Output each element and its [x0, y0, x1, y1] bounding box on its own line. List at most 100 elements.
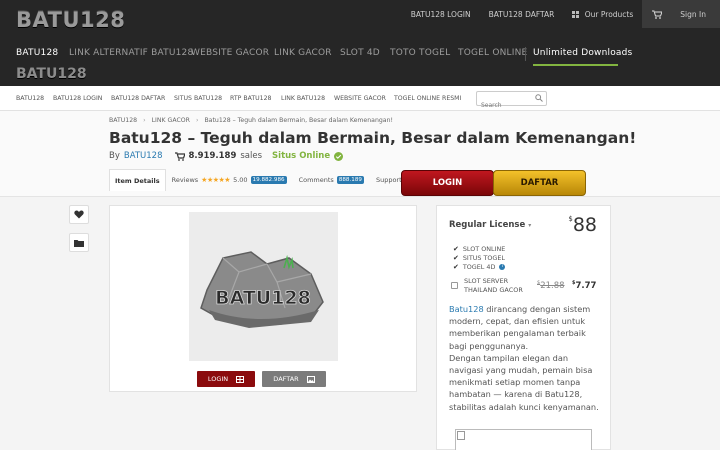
nav-divider: [525, 47, 526, 61]
subnav-item-situs[interactable]: SITUS BATU128: [174, 95, 222, 102]
addon-checkbox[interactable]: [451, 282, 458, 289]
top-links: BATU128 LOGIN BATU128 DAFTAR Our Product…: [402, 0, 720, 28]
subnav-item-batu128[interactable]: BATU128: [16, 95, 44, 102]
preview-login-label: LOGIN: [207, 375, 229, 383]
preview-logo-text: BATU128: [215, 287, 311, 309]
chevron-right-icon: ›: [143, 117, 146, 124]
broken-image: [455, 429, 592, 450]
grid-icon: [236, 375, 245, 383]
item-description: Batu128 dirancang dengan sistem modern, …: [449, 303, 601, 413]
addon-label-line2: THAILAND GACOR: [464, 285, 523, 294]
chevron-right-icon: ›: [195, 117, 199, 124]
license-selector[interactable]: Regular License ▾: [449, 220, 531, 230]
folder-icon: [74, 239, 84, 247]
comments-label: Comments: [298, 176, 334, 184]
breadcrumb-item[interactable]: LINK GACOR: [152, 117, 190, 124]
top-login-link[interactable]: BATU128 LOGIN: [402, 10, 480, 19]
secondary-logo[interactable]: BATU128: [16, 66, 87, 82]
addon-label-line1: SLOT SERVER: [464, 277, 509, 285]
currency-symbol: $: [568, 215, 573, 223]
item-tabs: Item Details Reviews ★★★★★ 5.00 19.882.9…: [109, 169, 408, 191]
reviews-label: Reviews: [171, 176, 199, 184]
breadcrumb: BATU128 › LINK GACOR › Batu128 – Teguh d…: [109, 117, 393, 124]
image-icon: [306, 375, 315, 383]
tab-item-details[interactable]: Item Details: [109, 169, 166, 191]
breadcrumb-current: Batu128 – Teguh dalam Bermain, Besar dal…: [204, 117, 393, 124]
feature-item: ✔ TOGEL 4D i: [453, 263, 506, 271]
nav-item-togel-online[interactable]: TOGEL ONLINE: [458, 48, 527, 58]
our-products-label: Our Products: [584, 9, 634, 19]
nav-item-website-gacor[interactable]: WEBSITE GACOR: [191, 48, 269, 58]
check-icon: ✔: [453, 245, 459, 253]
nav-item-batu128[interactable]: BATU128: [16, 48, 58, 58]
new-price-value: 7.77: [575, 280, 597, 291]
search-box: [476, 91, 547, 112]
addon-old-price: $21.88: [537, 280, 565, 291]
sign-in-link[interactable]: Sign In: [672, 0, 720, 28]
addon-new-price: $7.77: [572, 280, 596, 291]
subnav-item-togel-online-resmi[interactable]: TOGEL ONLINE RESMI: [394, 95, 461, 102]
description-text-2: Dengan tampilan elegan dan navigasi yang…: [449, 352, 599, 412]
description-link[interactable]: Batu128: [449, 304, 484, 314]
feature-item: ✔ SITUS TOGEL: [453, 254, 505, 262]
old-price-value: 21.88: [540, 280, 565, 291]
preview-login-button[interactable]: LOGIN: [197, 371, 255, 387]
heart-icon: [74, 210, 84, 219]
tab-reviews[interactable]: Reviews ★★★★★ 5.00 19.882.986: [166, 176, 293, 184]
info-icon[interactable]: i: [499, 264, 506, 270]
subnav-item-website-gacor[interactable]: WEBSITE GACOR: [334, 95, 386, 102]
cart-button[interactable]: [642, 0, 673, 28]
addon-label: SLOT SERVER THAILAND GACOR: [464, 277, 523, 294]
stone-logo-image: BATU128: [200, 251, 324, 328]
preview-daftar-button[interactable]: DAFTAR: [262, 371, 326, 387]
subnav-item-link[interactable]: LINK BATU128: [281, 95, 325, 102]
subnav-item-login[interactable]: BATU128 LOGIN: [53, 95, 102, 102]
sales-label: sales: [240, 151, 263, 161]
check-icon: ✔: [453, 254, 459, 262]
our-products-link[interactable]: Our Products: [563, 10, 642, 19]
subnav-item-daftar[interactable]: BATU128 DAFTAR: [111, 95, 165, 102]
grid-icon: [572, 11, 580, 18]
category-nav: BATU128 BATU128 LOGIN BATU128 DAFTAR SIT…: [0, 86, 720, 112]
broken-image-icon: [457, 431, 465, 440]
nav-item-unlimited-downloads[interactable]: Unlimited Downloads: [533, 48, 632, 58]
by-label: By: [109, 151, 120, 161]
daftar-button[interactable]: DAFTAR: [493, 170, 586, 196]
nav-item-slot-4d[interactable]: SLOT 4D: [340, 48, 380, 58]
breadcrumb-item[interactable]: BATU128: [109, 117, 137, 124]
purchase-panel: Regular License ▾ $88 ✔ SLOT ONLINE ✔ SI…: [436, 205, 611, 450]
top-bar: BATU128 BATU128 LOGIN BATU128 DAFTAR Our…: [0, 0, 720, 40]
feature-label: TOGEL 4D: [462, 263, 496, 271]
tab-comments[interactable]: Comments 888.189: [293, 176, 370, 184]
preview-image[interactable]: BATU128: [189, 212, 338, 361]
nav-item-link-gacor[interactable]: LINK GACOR: [274, 48, 332, 58]
chevron-down-icon: ▾: [528, 222, 532, 229]
preview-daftar-label: DAFTAR: [273, 375, 299, 383]
item-preview: BATU128 LOGIN DAFTAR: [109, 205, 417, 392]
login-button[interactable]: LOGIN: [401, 170, 494, 196]
check-circle-icon: [334, 151, 344, 161]
author-link[interactable]: BATU128: [124, 151, 163, 161]
page-title: Batu128 – Teguh dalam Bermain, Besar dal…: [109, 129, 637, 147]
active-underline: [533, 64, 618, 66]
feature-item: ✔ SLOT ONLINE: [453, 245, 505, 253]
collection-button[interactable]: [69, 233, 89, 252]
nav-item-toto-togel[interactable]: TOTO TOGEL: [390, 48, 450, 58]
nav-item-link-alternatif[interactable]: LINK ALTERNATIF BATU128: [69, 48, 193, 58]
cart-icon: [174, 151, 185, 161]
site-logo[interactable]: BATU128: [16, 8, 125, 32]
search-icon[interactable]: [535, 94, 543, 102]
top-daftar-link[interactable]: BATU128 DAFTAR: [480, 10, 564, 19]
rating-stars: ★★★★★: [201, 176, 231, 184]
rating-value: 5.00: [233, 176, 248, 184]
price: $88: [568, 214, 597, 236]
price-value: 88: [572, 214, 597, 236]
reviews-count-badge: 19.882.986: [250, 176, 287, 184]
check-icon: ✔: [453, 263, 459, 271]
favorite-button[interactable]: [69, 205, 89, 224]
sales-count: 8.919.189: [188, 151, 237, 161]
feature-label: SITUS TOGEL: [462, 254, 505, 262]
license-title: Regular License: [449, 220, 526, 230]
status-badge: Situs Online: [272, 151, 331, 161]
subnav-item-rtp[interactable]: RTP BATU128: [230, 95, 271, 102]
